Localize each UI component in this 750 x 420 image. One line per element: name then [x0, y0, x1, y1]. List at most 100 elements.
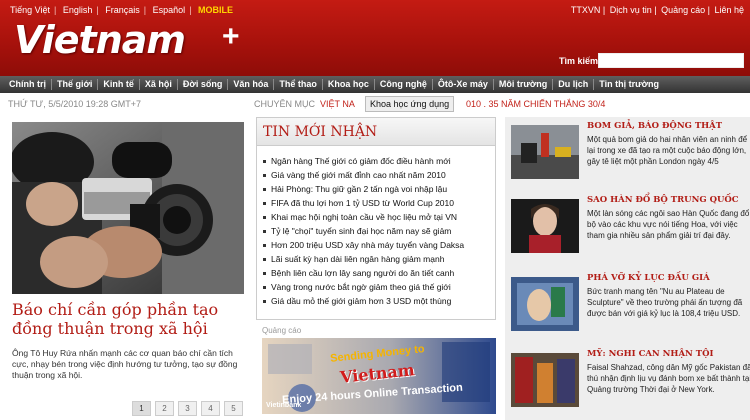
bullet-icon	[263, 188, 266, 192]
bullet-icon	[263, 216, 266, 220]
photographer-image	[12, 122, 244, 294]
bullet-icon	[263, 300, 266, 304]
nav-item-auto[interactable]: Ôtô-Xe máy	[433, 79, 494, 90]
lang-spanish-link[interactable]: Español	[153, 5, 186, 15]
bullet-icon	[263, 272, 266, 276]
painting-image	[511, 277, 579, 331]
category-ticker[interactable]: 010 . 35 NĂM CHIẾN THẮNG 30/4	[466, 99, 605, 109]
contact-link[interactable]: Liên hệ	[714, 5, 744, 15]
nav-item-environment[interactable]: Môi trường	[494, 79, 554, 90]
feature-headline[interactable]: Báo chí cần góp phần tạo đồng thuận tron…	[12, 300, 248, 338]
nav-item-sports[interactable]: Thể thao	[274, 79, 323, 90]
nav-item-economy[interactable]: Kinh tế	[98, 79, 140, 90]
services-link[interactable]: Dịch vụ tin	[610, 5, 652, 15]
ad-label: Quảng cáo	[262, 326, 302, 335]
category-dropdown[interactable]: Khoa học ứng dụng	[365, 96, 455, 112]
pager-button-5[interactable]: 5	[224, 401, 243, 416]
story-thumbnail[interactable]	[511, 277, 579, 331]
language-links: Tiếng Việt | English | Français | Español | …	[10, 5, 237, 15]
nav-item-science[interactable]: Khoa học	[323, 79, 375, 90]
ttxvn-link[interactable]: TTXVN	[571, 5, 601, 15]
pager-button-2[interactable]: 2	[155, 401, 174, 416]
news-item[interactable]: Giá vàng thế giới mất đỉnh cao nhất năm …	[263, 168, 495, 182]
news-item[interactable]: Lãi suất kỳ hạn dài liên ngân hàng giảm …	[263, 252, 495, 266]
story-title[interactable]: PHÁ VỠ KỶ LỤC ĐẤU GIÁ	[587, 273, 750, 284]
news-item[interactable]: Tỷ lệ "chọi" tuyển sinh đại học năm nay …	[263, 224, 495, 238]
news-item-text[interactable]: Hải Phòng: Thu giữ gần 2 tấn ngà voi nhậ…	[271, 184, 447, 194]
mobile-link[interactable]: MOBILE	[198, 5, 233, 15]
search-label: Tìm kiếm	[559, 56, 599, 66]
logo-plus-icon: +	[222, 20, 240, 53]
news-item-text[interactable]: Khai mạc hội nghị toàn cầu về học liệu m…	[271, 212, 457, 222]
news-item-text[interactable]: Lãi suất kỳ hạn dài liên ngân hàng giảm …	[271, 254, 444, 264]
news-item[interactable]: Hơn 200 triệu USD xây nhà máy tuyển vàng…	[263, 238, 495, 252]
story-title[interactable]: BOM GIẢ, BÁO ĐỘNG THẬT	[587, 121, 750, 132]
feature-summary: Ông Tô Huy Rứa nhấn mạnh các cơ quan báo…	[12, 348, 238, 380]
main-nav: Chính trị Thế giới Kinh tế Xã hội Đời số…	[0, 76, 750, 93]
bullet-icon	[263, 286, 266, 290]
pager-button-1[interactable]: 1	[132, 401, 151, 416]
story-thumbnail[interactable]	[511, 199, 579, 253]
featured-stories: BOM GIẢ, BÁO ĐỘNG THẬT Một quả bom giả d…	[505, 117, 750, 420]
story-summary: Bức tranh mang tên "Nu au Plateau de Scu…	[587, 287, 743, 318]
story-thumbnail[interactable]	[511, 125, 579, 179]
bullet-icon	[263, 160, 266, 164]
nav-item-market[interactable]: Tin thị trường	[594, 79, 664, 90]
bullet-icon	[263, 202, 266, 206]
header-bar: Tiếng Việt | English | Français | Español | …	[0, 0, 750, 76]
separator: |	[96, 5, 99, 15]
search-input[interactable]	[598, 53, 744, 68]
news-item-text[interactable]: Giá vàng thế giới mất đỉnh cao nhất năm …	[271, 170, 446, 180]
story-thumbnail[interactable]	[511, 353, 579, 407]
news-item-text[interactable]: Hơn 200 triệu USD xây nhà máy tuyển vàng…	[271, 240, 464, 250]
story-title[interactable]: SAO HÀN ĐỔ BỘ TRUNG QUỐC	[587, 195, 750, 206]
news-item-text[interactable]: Tỷ lệ "chọi" tuyển sinh đại học năm nay …	[271, 226, 451, 236]
lang-vietnamese-link[interactable]: Tiếng Việt	[10, 5, 50, 15]
ad-banner[interactable]: Sending Money to Vietnam Enjoy 24 hours …	[262, 338, 496, 414]
story-summary: Một quả bom giả do hai nhân viên an ninh…	[587, 135, 748, 166]
street-image	[511, 125, 579, 179]
nav-item-politics[interactable]: Chính trị	[4, 79, 52, 90]
news-item[interactable]: Hải Phòng: Thu giữ gần 2 tấn ngà voi nhậ…	[263, 182, 495, 196]
news-item[interactable]: Vàng trong nước bắt ngờ giảm theo giá th…	[263, 280, 495, 294]
nav-item-technology[interactable]: Công nghệ	[375, 79, 433, 90]
latest-news-list: Ngân hàng Thế giới có giảm đốc điều hành…	[257, 146, 495, 308]
news-item[interactable]: Ngân hàng Thế giới có giảm đốc điều hành…	[263, 154, 495, 168]
news-item-text[interactable]: Vàng trong nước bắt ngờ giảm theo giá th…	[271, 282, 451, 292]
nav-item-travel[interactable]: Du lịch	[553, 79, 595, 90]
story-title[interactable]: MỸ: NGHI CAN NHẬN TỘI	[587, 349, 750, 360]
lang-french-link[interactable]: Français	[105, 5, 140, 15]
bullet-icon	[263, 244, 266, 248]
nav-item-society[interactable]: Xã hội	[140, 79, 178, 90]
category-link[interactable]: VIỆT NA	[320, 99, 355, 109]
feature-photo[interactable]	[12, 122, 244, 294]
pager-button-3[interactable]: 3	[178, 401, 197, 416]
top-links: TTXVN | Dịch vụ tin | Quảng cáo | Liên h…	[570, 5, 744, 15]
separator: |	[143, 5, 147, 15]
portrait-image	[511, 199, 579, 253]
news-item-text[interactable]: Ngân hàng Thế giới có giảm đốc điều hành…	[271, 156, 451, 166]
news-item[interactable]: Bệnh liên cầu lợn lây sang người do ăn t…	[263, 266, 495, 280]
pager-button-4[interactable]: 4	[201, 401, 220, 416]
date-text: THỨ TƯ, 5/5/2010 19:28 GMT+7	[8, 99, 142, 109]
nav-item-culture[interactable]: Văn hóa	[228, 79, 275, 90]
news-item[interactable]: FIFA đã thu lợi hơn 1 tỷ USD từ World Cu…	[263, 196, 495, 210]
story-summary: Một làn sóng các ngôi sao Hàn Quốc đang …	[587, 209, 750, 240]
story-summary: Faisal Shahzad, công dân Mỹ gốc Pakistan…	[587, 363, 750, 394]
lang-english-link[interactable]: English	[63, 5, 93, 15]
news-item-text[interactable]: FIFA đã thu lợi hơn 1 tỷ USD từ World Cu…	[271, 198, 454, 208]
city-image	[511, 353, 579, 407]
news-item-text[interactable]: Giá dầu mỏ thế giới giảm hơn 3 USD một t…	[271, 296, 451, 306]
nav-item-life[interactable]: Đời sống	[178, 79, 229, 90]
latest-news-title: TIN MỚI NHẬN	[257, 118, 495, 146]
separator: |	[54, 5, 57, 15]
advertising-link[interactable]: Quảng cáo	[661, 5, 705, 15]
nav-item-world[interactable]: Thế giới	[52, 79, 99, 90]
news-item-text[interactable]: Bệnh liên cầu lợn lây sang người do ăn t…	[271, 268, 454, 278]
news-item[interactable]: Khai mạc hội nghị toàn cầu về học liệu m…	[263, 210, 495, 224]
category-label: CHUYÊN MỤC	[254, 99, 316, 109]
news-item[interactable]: Giá dầu mỏ thế giới giảm hơn 3 USD một t…	[263, 294, 495, 308]
bullet-icon	[263, 258, 266, 262]
ad-brand: Vietinbank	[266, 402, 302, 409]
site-logo[interactable]: Vietnam	[14, 18, 186, 62]
